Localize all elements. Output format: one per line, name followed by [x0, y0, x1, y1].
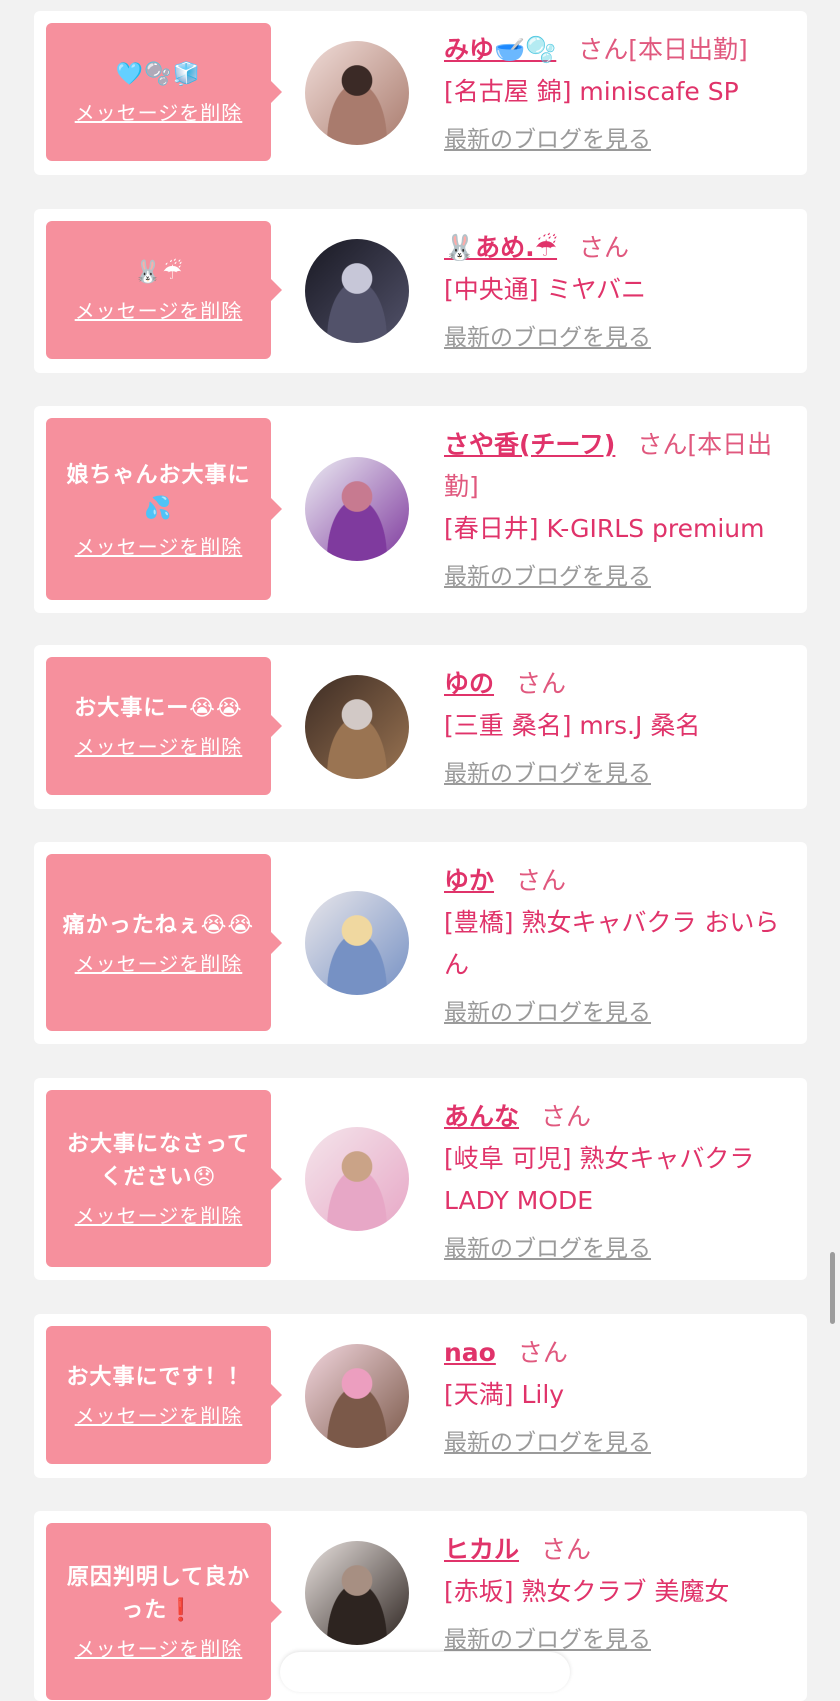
message-bubble: お大事にです！！ メッセージを削除	[46, 1326, 282, 1464]
delete-message-link[interactable]: メッセージを削除	[75, 97, 243, 126]
message-bubble: 🐰☔ メッセージを削除	[46, 221, 282, 359]
bottom-floating-bar	[280, 1652, 570, 1692]
delete-message-link[interactable]: メッセージを削除	[75, 1400, 243, 1429]
message-text: 🐰☔	[133, 260, 184, 285]
avatar[interactable]	[305, 239, 409, 343]
cast-info: nao さん [天満] Lily 最新のブログを見る	[444, 1332, 794, 1460]
message-bubble: 娘ちゃんお大事に💦 メッセージを削除	[46, 418, 282, 600]
avatar[interactable]	[305, 675, 409, 779]
message-text: お大事になさってください😞	[67, 1132, 250, 1190]
honorific: さん	[579, 233, 630, 262]
name-line: みゆ🥣🫧 さん[本日出勤]	[444, 29, 794, 71]
honorific: さん	[541, 1535, 592, 1564]
honorific: さん	[516, 669, 567, 698]
avatar[interactable]	[305, 457, 409, 561]
favorite-card: 娘ちゃんお大事に💦 メッセージを削除 さや香(チーフ) さん[本日出勤] [春日井] K…	[34, 406, 807, 613]
latest-blog-link[interactable]: 最新のブログを見る	[444, 1426, 651, 1460]
cast-name-link[interactable]: さや香(チーフ)	[444, 430, 615, 459]
delete-message-link[interactable]: メッセージを削除	[75, 948, 243, 977]
cast-name-link[interactable]: みゆ🥣🫧	[444, 35, 556, 64]
shop-name: [赤坂] 熟女クラブ 美魔女	[444, 1577, 730, 1606]
cast-info: あんな さん [岐阜 可児] 熟女キャバクラ LADY MODE 最新のブログを見る	[444, 1096, 794, 1266]
message-bubble: お大事にー😭😭 メッセージを削除	[46, 657, 282, 795]
cast-name-link[interactable]: ヒカル	[444, 1535, 519, 1564]
name-line: ヒカル さん	[444, 1529, 794, 1571]
latest-blog-link[interactable]: 最新のブログを見る	[444, 996, 651, 1030]
message-bubble: 痛かったねぇ😭😭 メッセージを削除	[46, 854, 282, 1031]
honorific: さん	[637, 430, 688, 459]
delete-message-link[interactable]: メッセージを削除	[75, 531, 243, 560]
avatar[interactable]	[305, 41, 409, 145]
cast-info: ゆの さん [三重 桑名] mrs.J 桑名最新のブログを見る	[444, 663, 794, 791]
message-bubble: お大事になさってください😞 メッセージを削除	[46, 1090, 282, 1267]
favorite-card: お大事になさってください😞 メッセージを削除 あんな さん [岐阜 可児] 熟女キャバク…	[34, 1078, 807, 1280]
avatar[interactable]	[305, 1344, 409, 1448]
avatar[interactable]	[305, 891, 409, 995]
latest-blog-link[interactable]: 最新のブログを見る	[444, 1232, 651, 1266]
latest-blog-link[interactable]: 最新のブログを見る	[444, 123, 651, 157]
shop-name: [中央通] ミヤバニ	[444, 275, 646, 304]
message-text: 痛かったねぇ😭😭	[62, 912, 255, 938]
cast-name-link[interactable]: あんな	[444, 1102, 519, 1131]
favorite-card: 🐰☔ メッセージを削除 🐰あめ.☔ さん [中央通] ミヤバニ最新のブログを見る	[34, 209, 807, 373]
scrollbar[interactable]	[830, 1252, 835, 1324]
shop-name: [豊橋] 熟女キャバクラ おいらん	[444, 908, 780, 979]
message-text: お大事にです！！	[66, 1365, 251, 1390]
shop-name: [天満] Lily	[444, 1380, 565, 1409]
delete-message-link[interactable]: メッセージを削除	[75, 1200, 243, 1229]
cast-info: 🐰あめ.☔ さん [中央通] ミヤバニ最新のブログを見る	[444, 227, 794, 355]
cast-name-link[interactable]: 🐰あめ.☔	[444, 233, 557, 262]
honorific: さん	[578, 35, 629, 64]
cast-name-link[interactable]: ゆか	[444, 866, 494, 895]
cast-name-link[interactable]: nao	[444, 1338, 496, 1367]
message-text: お大事にー😭😭	[74, 696, 243, 721]
latest-blog-link[interactable]: 最新のブログを見る	[444, 560, 651, 594]
message-text: 娘ちゃんお大事に💦	[66, 462, 251, 521]
name-line: ゆか さん	[444, 860, 794, 902]
message-bubble: 原因判明して良かった❗ メッセージを削除	[46, 1523, 282, 1700]
favorite-card: お大事にです！！ メッセージを削除 nao さん [天満] Lily 最新のブログを見る	[34, 1314, 807, 1478]
honorific: さん	[517, 1338, 568, 1367]
honorific: さん	[541, 1102, 592, 1131]
favorite-card: お大事にー😭😭 メッセージを削除 ゆの さん [三重 桑名] mrs.J 桑名最新のブロ…	[34, 645, 807, 809]
name-line: ゆの さん	[444, 663, 794, 705]
attendance-status: [本日出勤]	[628, 35, 748, 64]
name-line: 🐰あめ.☔ さん	[444, 227, 794, 269]
cast-info: ゆか さん [豊橋] 熟女キャバクラ おいらん最新のブログを見る	[444, 860, 794, 1030]
honorific: さん	[516, 866, 567, 895]
avatar[interactable]	[305, 1541, 409, 1645]
message-bubble: 🩵🫧🧊 メッセージを削除	[46, 23, 282, 161]
cast-info: さや香(チーフ) さん[本日出勤] [春日井] K-GIRLS premium 最新の…	[444, 424, 794, 594]
avatar[interactable]	[305, 1127, 409, 1231]
latest-blog-link[interactable]: 最新のブログを見る	[444, 321, 651, 355]
latest-blog-link[interactable]: 最新のブログを見る	[444, 757, 651, 791]
cast-info: みゆ🥣🫧 さん[本日出勤] [名古屋 錦] miniscafe SP 最新のブログを見…	[444, 29, 794, 157]
delete-message-link[interactable]: メッセージを削除	[75, 295, 243, 324]
shop-name: [三重 桑名] mrs.J 桑名	[444, 711, 701, 740]
delete-message-link[interactable]: メッセージを削除	[75, 731, 243, 760]
favorite-card: 🩵🫧🧊 メッセージを削除 みゆ🥣🫧 さん[本日出勤] [名古屋 錦] miniscafe…	[34, 11, 807, 175]
shop-name: [春日井] K-GIRLS premium	[444, 514, 765, 543]
name-line: nao さん	[444, 1332, 794, 1374]
name-line: さや香(チーフ) さん[本日出勤]	[444, 424, 794, 508]
message-text: 🩵🫧🧊	[115, 62, 202, 87]
name-line: あんな さん	[444, 1096, 794, 1138]
delete-message-link[interactable]: メッセージを削除	[75, 1633, 243, 1662]
cast-name-link[interactable]: ゆの	[444, 669, 494, 698]
shop-name: [岐阜 可児] 熟女キャバクラ LADY MODE	[444, 1144, 755, 1215]
favorite-card: 痛かったねぇ😭😭 メッセージを削除 ゆか さん [豊橋] 熟女キャバクラ おいらん最新の…	[34, 842, 807, 1044]
message-text: 原因判明して良かった❗	[66, 1565, 251, 1623]
cast-info: ヒカル さん [赤坂] 熟女クラブ 美魔女 最新のブログを見る	[444, 1529, 794, 1657]
shop-name: [名古屋 錦] miniscafe SP	[444, 77, 739, 106]
